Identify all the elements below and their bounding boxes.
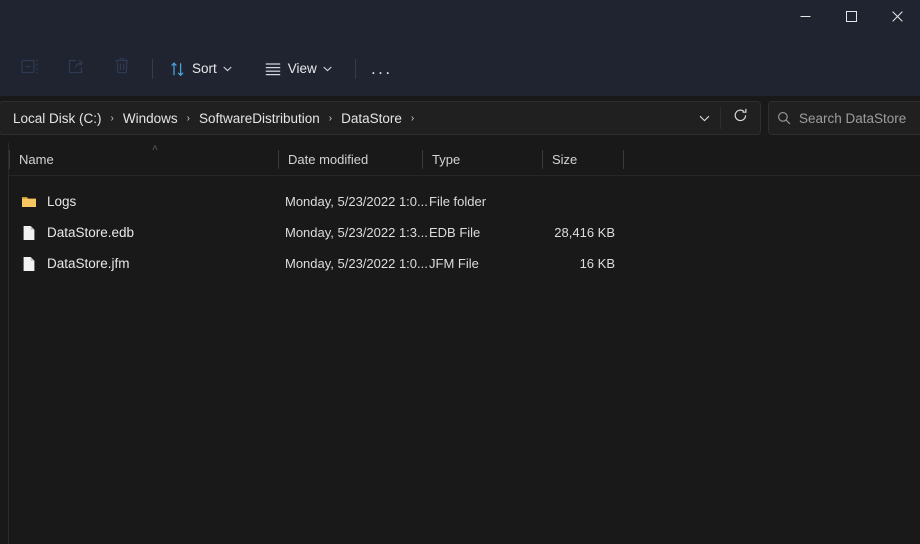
minimize-button[interactable] [782,0,828,32]
column-header-type[interactable]: Type [422,143,542,175]
column-header-name[interactable]: Name [9,143,278,175]
file-list-pane: ˄ Name Date modified Type Size Logs Mond… [9,143,920,544]
file-date-cell: Monday, 5/23/2022 1:3... [285,225,428,240]
breadcrumb-separator: › [186,112,190,124]
table-row[interactable]: DataStore.jfm Monday, 5/23/2022 1:0... J… [9,248,920,279]
toolbar-divider-2 [354,58,356,79]
address-bar[interactable]: Local Disk (C:) › Windows › SoftwareDist… [0,101,761,135]
file-date-cell: Monday, 5/23/2022 1:0... [285,194,428,209]
close-button[interactable] [874,0,920,32]
breadcrumb-separator: › [110,112,114,124]
title-bar [0,0,920,41]
column-header-row: ˄ Name Date modified Type Size [9,143,920,176]
column-header-size[interactable]: Size [542,143,623,175]
rename-icon [20,58,40,80]
column-header-date-modified-label: Date modified [288,151,369,167]
command-toolbar: Sort View ... [0,41,920,96]
file-name-cell: Logs [9,194,278,210]
column-header-size-label: Size [552,151,578,167]
breadcrumb-item-datastore[interactable]: DataStore [337,108,406,129]
search-box[interactable]: Search DataStore [768,101,920,135]
folder-icon [22,196,36,207]
file-name-label: DataStore.jfm [47,256,130,271]
search-icon [769,111,799,125]
address-history-button[interactable] [688,102,720,134]
file-name-cell: DataStore.jfm [9,256,278,272]
table-row[interactable]: DataStore.edb Monday, 5/23/2022 1:3... E… [9,217,920,248]
rename-button[interactable] [11,52,49,86]
file-name-label: DataStore.edb [47,225,135,240]
breadcrumb-item-softwaredistribution[interactable]: SoftwareDistribution [195,108,324,129]
file-icon [23,256,35,271]
file-date-cell: Monday, 5/23/2022 1:0... [285,256,428,271]
column-header-date-modified[interactable]: Date modified [278,143,422,175]
column-header-type-label: Type [432,151,461,167]
breadcrumb-separator: › [328,112,333,124]
breadcrumb: Local Disk (C:) › Windows › SoftwareDist… [0,108,688,129]
column-header-name-label: Name [19,151,54,167]
share-button[interactable] [57,52,95,86]
delete-icon [114,57,130,80]
share-icon [67,58,85,80]
file-type-cell: File folder [429,194,487,209]
sort-label: Sort [192,61,217,76]
breadcrumb-separator: › [410,112,415,124]
view-label: View [287,61,317,76]
sort-button[interactable]: Sort [162,53,241,85]
more-options-button[interactable]: ... [365,53,399,85]
refresh-icon [733,108,748,128]
maximize-button[interactable] [828,0,874,32]
sort-arrows-icon [170,61,185,77]
file-name-label: Logs [47,194,77,209]
file-size-cell: 28,416 KB [554,225,615,240]
breadcrumb-item-local-disk[interactable]: Local Disk (C:) [9,108,106,129]
chevron-down-icon [699,109,710,127]
list-lines-icon [265,62,281,76]
toolbar-divider-1 [152,58,153,79]
file-name-cell: DataStore.edb [9,225,278,241]
chevron-down-icon [223,66,232,72]
address-bar-row: Local Disk (C:) › Windows › SoftwareDist… [0,96,920,140]
table-row[interactable]: Logs Monday, 5/23/2022 1:0... File folde… [9,186,920,217]
breadcrumb-item-windows[interactable]: Windows [119,108,182,129]
column-divider[interactable] [623,150,624,169]
address-divider [720,107,721,129]
view-button[interactable]: View [257,53,341,85]
file-size-cell: 16 KB [579,256,615,271]
window-controls [782,0,920,32]
search-input[interactable]: Search DataStore [799,111,906,126]
file-explorer-window: Sort View ... Local Disk (C:) › Windows … [0,0,920,544]
file-icon [23,225,35,240]
chevron-down-icon [323,66,332,72]
refresh-button[interactable] [724,102,756,134]
delete-button[interactable] [103,52,141,86]
